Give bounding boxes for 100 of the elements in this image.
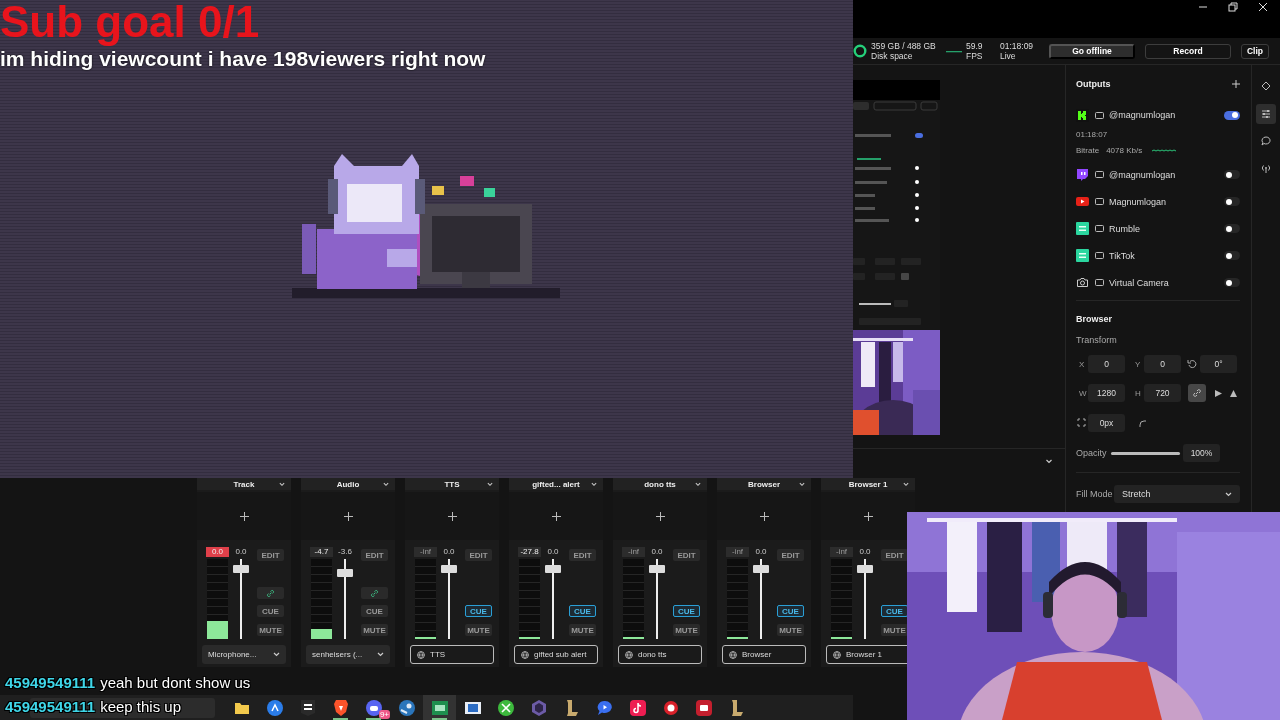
output-name: Rumble — [1109, 223, 1140, 234]
link-icon — [370, 588, 379, 598]
fader-handle[interactable] — [649, 564, 665, 573]
volume-fader[interactable] — [233, 559, 249, 639]
volume-fader[interactable] — [545, 559, 561, 639]
fader-handle[interactable] — [441, 564, 457, 573]
app-icon — [662, 699, 679, 716]
side-tab[interactable] — [1256, 103, 1276, 124]
add-icon — [239, 511, 249, 521]
fader-handle[interactable] — [857, 564, 873, 573]
header-button[interactable]: Record — [1145, 43, 1231, 59]
volume-fader[interactable] — [753, 559, 769, 639]
mute-button[interactable]: MUTE — [777, 624, 804, 636]
fill-mode-label: Fill Mode — [1076, 489, 1114, 499]
link-icon — [266, 588, 275, 598]
crop-icon — [1077, 417, 1086, 427]
cue-button[interactable]: CUE — [673, 605, 700, 617]
fader-handle[interactable] — [753, 564, 769, 573]
cue-button[interactable]: CUE — [569, 605, 596, 617]
input-field[interactable]: 0 — [1088, 355, 1125, 373]
input-field[interactable]: 720 — [1144, 384, 1181, 402]
chevron-icon — [1045, 459, 1053, 464]
edit-button[interactable]: EDIT — [465, 549, 492, 561]
disk-usage-text: 359 GB / 488 GB — [871, 41, 937, 51]
platform-logo-icon — [1076, 249, 1089, 262]
mute-button[interactable]: MUTE — [361, 624, 388, 636]
source-selector[interactable]: gifted sub alert — [514, 645, 598, 664]
input-field[interactable]: 0° — [1200, 355, 1237, 373]
header-button[interactable]: Go offline — [1049, 43, 1135, 59]
bitrate-value: 4078 Kb/s — [1106, 145, 1143, 155]
fps-graph — [946, 49, 962, 53]
fader-handle[interactable] — [545, 564, 561, 573]
meter-reading: -27.8 — [518, 547, 541, 557]
fader-handle[interactable] — [233, 564, 249, 573]
rotate-icon — [1187, 359, 1197, 369]
edit-button[interactable]: EDIT — [569, 549, 596, 561]
mute-button[interactable]: MUTE — [569, 624, 596, 636]
edit-button[interactable]: EDIT — [257, 549, 284, 561]
globe-icon — [833, 650, 841, 659]
fader-reading: 0.0 — [234, 547, 248, 557]
source-selector[interactable]: Browser 1 — [826, 645, 910, 664]
toggle-switch[interactable] — [1224, 197, 1240, 206]
bitrate-label: Bitrate — [1076, 145, 1100, 155]
platform-logo-icon — [1076, 168, 1089, 181]
input-field[interactable]: 100% — [1183, 444, 1220, 462]
toggle-switch[interactable] — [1224, 170, 1240, 179]
channel-name: Track — [233, 479, 255, 489]
channel-name: Browser 1 — [848, 479, 888, 489]
flip-horizontal-icon[interactable] — [1214, 388, 1223, 398]
channel-name: Browser — [748, 479, 780, 489]
cue-button[interactable]: CUE — [777, 605, 804, 617]
mute-button[interactable]: MUTE — [257, 624, 284, 636]
volume-fader[interactable] — [857, 559, 873, 639]
toggle-switch[interactable] — [1224, 110, 1240, 120]
link-button[interactable] — [361, 587, 388, 599]
section-label: Transform — [1076, 334, 1118, 346]
edit-button[interactable]: EDIT — [361, 549, 388, 561]
cue-button[interactable]: CUE — [881, 605, 908, 617]
add-icon — [863, 511, 873, 521]
toggle-switch[interactable] — [1224, 224, 1240, 233]
source-selector[interactable]: TTS — [410, 645, 494, 664]
folder-icon — [233, 700, 250, 715]
link-button[interactable] — [1188, 384, 1206, 402]
chevron-icon — [377, 652, 384, 657]
volume-fader[interactable] — [337, 559, 353, 639]
link-button[interactable] — [257, 587, 284, 599]
input-field[interactable]: 0px — [1088, 414, 1125, 432]
flip-vertical-icon[interactable] — [1229, 388, 1238, 398]
mute-button[interactable]: MUTE — [465, 624, 492, 636]
close-icon[interactable] — [1258, 2, 1268, 12]
toggle-switch[interactable] — [1224, 278, 1240, 287]
source-dropdown[interactable]: senheisers (... — [306, 645, 390, 664]
source-selector[interactable]: Browser — [722, 645, 806, 664]
volume-fader[interactable] — [649, 559, 665, 639]
input-field[interactable]: 0 — [1144, 355, 1181, 373]
add-icon[interactable] — [1232, 80, 1240, 88]
sliders-icon — [1261, 108, 1271, 119]
chevron-icon — [695, 481, 701, 487]
cue-button[interactable]: CUE — [257, 605, 284, 617]
toggle-switch[interactable] — [1224, 251, 1240, 260]
source-dropdown[interactable]: Microphone... — [202, 645, 286, 664]
field-label: X — [1078, 359, 1086, 369]
edit-button[interactable]: EDIT — [673, 549, 700, 561]
mute-button[interactable]: MUTE — [881, 624, 908, 636]
cue-button[interactable]: CUE — [465, 605, 492, 617]
cue-button[interactable]: CUE — [361, 605, 388, 617]
volume-fader[interactable] — [441, 559, 457, 639]
fill-mode-dropdown[interactable]: Stretch — [1114, 485, 1240, 503]
edit-button[interactable]: EDIT — [777, 549, 804, 561]
mute-button[interactable]: MUTE — [673, 624, 700, 636]
edit-button[interactable]: EDIT — [881, 549, 908, 561]
source-selector[interactable]: dono tts — [618, 645, 702, 664]
input-field[interactable]: 1280 — [1088, 384, 1125, 402]
fader-handle[interactable] — [337, 569, 353, 578]
taskbar-app[interactable] — [423, 695, 456, 720]
chevron-icon — [591, 481, 597, 487]
diamond-icon — [1261, 81, 1271, 91]
restore-icon[interactable] — [1228, 2, 1238, 12]
meter-reading: -inf — [830, 547, 853, 557]
header-button[interactable]: Clip — [1241, 43, 1269, 59]
